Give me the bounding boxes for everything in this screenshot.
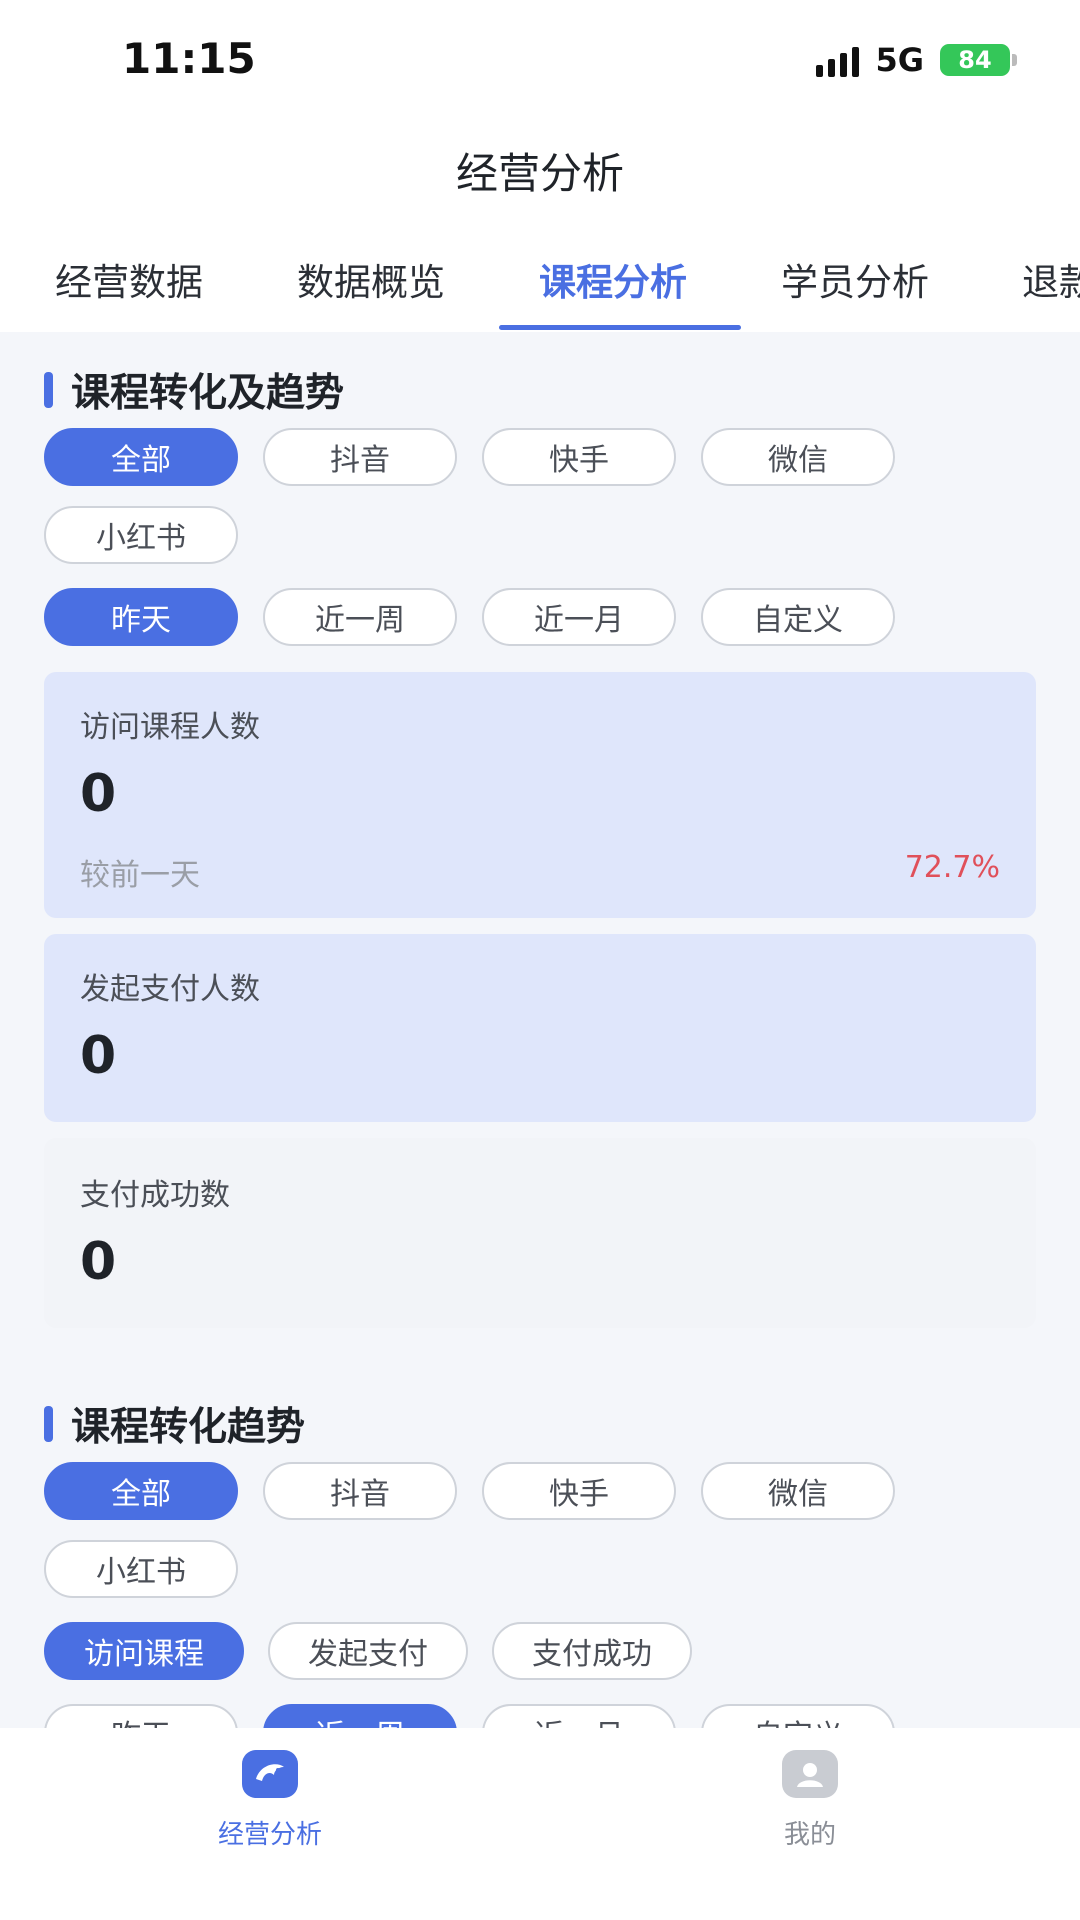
metric-compare-label: 较前一天 xyxy=(80,858,200,893)
filter-metric-payment-initiated[interactable]: 发起支付 xyxy=(268,1622,468,1680)
battery-level: 84 xyxy=(958,46,992,74)
tab-bar: 经营数据 数据概览 课程分析 学员分析 退款 xyxy=(0,230,1080,332)
metric-card-payment-success: 支付成功数 0 xyxy=(44,1138,1036,1328)
status-bar: 11:15 5G 84 xyxy=(0,0,1080,110)
filter-platform-douyin[interactable]: 抖音 xyxy=(263,428,457,486)
section-title-text: 课程转化及趋势 xyxy=(71,371,345,416)
bottom-nav: 经营分析 我的 xyxy=(0,1728,1080,1920)
filter-platform-all[interactable]: 全部 xyxy=(44,428,238,486)
tab-business-data[interactable]: 经营数据 xyxy=(55,252,203,332)
signal-icon xyxy=(816,43,860,77)
section-title-text: 课程转化趋势 xyxy=(71,1405,306,1450)
nav-business-analysis[interactable]: 经营分析 xyxy=(170,1750,370,1851)
filter-platform-douyin[interactable]: 抖音 xyxy=(263,1462,457,1520)
tab-course-analysis[interactable]: 课程分析 xyxy=(539,252,687,332)
status-time: 11:15 xyxy=(122,34,256,83)
nav-label: 我的 xyxy=(783,1820,836,1850)
nav-label: 经营分析 xyxy=(217,1820,322,1850)
filter-time-week[interactable]: 近一周 xyxy=(263,588,457,646)
active-tab-indicator xyxy=(499,325,741,330)
metric-card-payment-initiated: 发起支付人数 0 xyxy=(44,934,1036,1122)
metric-label: 支付成功数 xyxy=(80,1178,230,1213)
filter-platform-all[interactable]: 全部 xyxy=(44,1462,238,1520)
nav-profile[interactable]: 我的 xyxy=(710,1750,910,1851)
status-icons: 5G 84 xyxy=(816,40,1017,80)
metric-value: 0 xyxy=(80,1232,117,1292)
filter-platform-kuaishou[interactable]: 快手 xyxy=(482,428,676,486)
filter-platform-wechat[interactable]: 微信 xyxy=(701,428,895,486)
section-title-trend: 课程转化趋势 xyxy=(44,1396,305,1452)
section-marker xyxy=(44,1406,53,1442)
section-marker xyxy=(44,372,53,408)
filter-platform-wechat[interactable]: 微信 xyxy=(701,1462,895,1520)
filter-platform-kuaishou[interactable]: 快手 xyxy=(482,1462,676,1520)
section-title-conversion: 课程转化及趋势 xyxy=(44,362,344,418)
metric-value: 0 xyxy=(80,1026,117,1086)
filter-time-yesterday[interactable]: 昨天 xyxy=(44,588,238,646)
network-label: 5G xyxy=(875,41,924,79)
filter-platform-xiaohongshu[interactable]: 小红书 xyxy=(44,1540,238,1598)
metric-card-visits: 访问课程人数 0 较前一天 72.7% xyxy=(44,672,1036,918)
metric-label: 发起支付人数 xyxy=(80,972,260,1007)
battery-cap xyxy=(1012,54,1017,66)
metric-value: 0 xyxy=(80,764,117,824)
metric-label: 访问课程人数 xyxy=(80,710,260,745)
tab-student-analysis[interactable]: 学员分析 xyxy=(781,252,929,332)
battery-icon: 84 xyxy=(940,44,1017,76)
tab-refund[interactable]: 退款 xyxy=(1022,252,1080,332)
filter-platform-xiaohongshu[interactable]: 小红书 xyxy=(44,506,238,564)
filter-time-month[interactable]: 近一月 xyxy=(482,588,676,646)
dolphin-logo-icon xyxy=(242,1750,298,1798)
page-title: 经营分析 xyxy=(455,148,624,198)
profile-icon xyxy=(782,1750,838,1798)
metric-change: 72.7% xyxy=(904,850,1000,885)
filter-metric-visits[interactable]: 访问课程 xyxy=(44,1622,244,1680)
header: 经营分析 xyxy=(0,110,1080,230)
tab-data-overview[interactable]: 数据概览 xyxy=(297,252,445,332)
filter-time-custom[interactable]: 自定义 xyxy=(701,588,895,646)
filter-metric-payment-success[interactable]: 支付成功 xyxy=(492,1622,692,1680)
